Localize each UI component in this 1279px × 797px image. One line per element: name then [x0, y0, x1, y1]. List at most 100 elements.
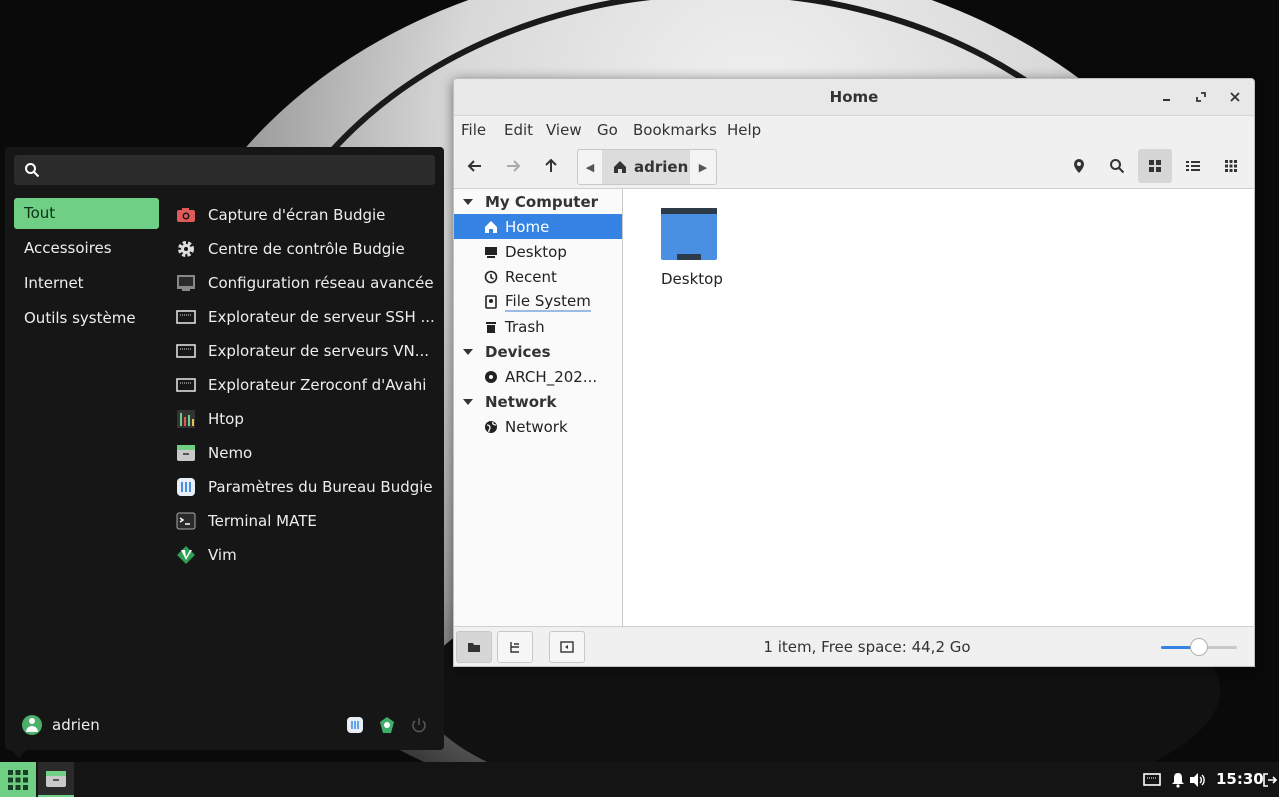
- category-accessories[interactable]: Accessoires: [14, 233, 159, 264]
- category-system-tools[interactable]: Outils système: [14, 303, 159, 334]
- home-icon: [614, 161, 626, 173]
- title-bar[interactable]: Home: [454, 79, 1254, 116]
- status-text: 1 item, Free space: 44,2 Go: [763, 638, 971, 656]
- sidebar-item-recent[interactable]: Recent: [454, 264, 622, 289]
- app-label: Nemo: [208, 444, 253, 462]
- sidebar-item-file-system[interactable]: File System: [454, 289, 622, 314]
- section-devices[interactable]: Devices: [454, 339, 622, 364]
- taskbar-item-nemo[interactable]: [38, 762, 74, 797]
- toolbar: ◀ adrien ▶: [454, 144, 1254, 189]
- drive-icon: [483, 294, 499, 310]
- breadcrumb: ◀ adrien ▶: [577, 149, 717, 185]
- breadcrumb-home[interactable]: adrien: [602, 150, 690, 184]
- menu-search-field[interactable]: [14, 155, 435, 185]
- breadcrumb-right-arrow[interactable]: ▶: [696, 159, 710, 175]
- network-icon[interactable]: [1143, 771, 1161, 789]
- sidebar-item-desktop[interactable]: Desktop: [454, 239, 622, 264]
- zoom-slider[interactable]: [1161, 638, 1237, 656]
- expander-icon: [463, 348, 473, 355]
- close-icon: [1230, 92, 1240, 102]
- file-manager-icon: [175, 442, 197, 464]
- bottom-panel: 15:30: [0, 762, 1279, 797]
- close-button[interactable]: [1226, 88, 1244, 106]
- back-button[interactable]: [460, 151, 490, 181]
- section-network[interactable]: Network: [454, 389, 622, 414]
- maximize-button[interactable]: [1192, 88, 1210, 106]
- sidebar-item-arch-disc[interactable]: ARCH_202...: [454, 364, 622, 389]
- category-list: Tout Accessoires Internet Outils système: [14, 198, 159, 338]
- sidebar-item-trash[interactable]: Trash: [454, 314, 622, 339]
- file-item-desktop[interactable]: Desktop: [661, 208, 723, 288]
- clock[interactable]: 15:30: [1216, 770, 1264, 788]
- list-view-button[interactable]: [1178, 151, 1208, 181]
- forward-button[interactable]: [498, 151, 528, 181]
- section-my-computer[interactable]: My Computer: [454, 189, 622, 214]
- app-item-screenshot[interactable]: Capture d'écran Budgie: [175, 198, 440, 232]
- minimize-button[interactable]: [1158, 88, 1176, 106]
- breadcrumb-label: adrien: [634, 158, 689, 176]
- session-exit-icon[interactable]: [1261, 771, 1279, 789]
- app-item-ssh-browser[interactable]: Explorateur de serveur SSH ...: [175, 300, 440, 334]
- terminal-icon: [175, 510, 197, 532]
- htop-icon: [175, 408, 197, 430]
- sidebar-item-network[interactable]: Network: [454, 414, 622, 439]
- compact-view-button[interactable]: [1216, 151, 1246, 181]
- file-view[interactable]: Desktop: [623, 189, 1254, 626]
- places-sidebar: My Computer Home Desktop Recent File Sys…: [454, 189, 623, 626]
- sidebar-item-label: Recent: [505, 267, 557, 286]
- desktop-icon: [483, 244, 499, 260]
- app-item-htop[interactable]: Htop: [175, 402, 440, 436]
- network-config-icon: [175, 272, 197, 294]
- menu-file[interactable]: File: [461, 121, 486, 139]
- lock-screen-icon[interactable]: [377, 715, 397, 735]
- category-all[interactable]: Tout: [14, 198, 159, 229]
- menu-edit[interactable]: Edit: [504, 121, 533, 139]
- map-pin-icon: [1074, 159, 1084, 173]
- app-menu-button[interactable]: [0, 762, 36, 797]
- app-item-vim[interactable]: Vim: [175, 538, 440, 572]
- app-label: Paramètres du Bureau Budgie: [208, 478, 433, 496]
- app-item-terminal[interactable]: Terminal MATE: [175, 504, 440, 538]
- app-item-control-center[interactable]: Centre de contrôle Budgie: [175, 232, 440, 266]
- app-item-vnc-browser[interactable]: Explorateur de serveurs VN...: [175, 334, 440, 368]
- menu-view[interactable]: View: [546, 121, 582, 139]
- sidebar-item-label: Home: [505, 217, 550, 236]
- menu-pointer: [12, 750, 26, 758]
- app-item-nemo[interactable]: Nemo: [175, 436, 440, 470]
- app-item-avahi-browser[interactable]: Explorateur Zeroconf d'Avahi: [175, 368, 440, 402]
- optical-disc-icon: [483, 369, 499, 385]
- menu-help[interactable]: Help: [727, 121, 761, 139]
- user-avatar[interactable]: [22, 715, 42, 735]
- app-list: Capture d'écran Budgie Centre de contrôl…: [175, 198, 440, 572]
- expander-icon: [463, 198, 473, 205]
- file-manager-window: Home File Edit View Go Bookmarks Help ◀: [453, 78, 1255, 667]
- icon-view-button[interactable]: [1138, 149, 1172, 183]
- app-item-network-config[interactable]: Configuration réseau avancée: [175, 266, 440, 300]
- zoom-slider-knob[interactable]: [1190, 638, 1208, 656]
- power-icon[interactable]: [409, 715, 429, 735]
- desktop-settings-icon: [175, 476, 197, 498]
- search-icon: [24, 162, 40, 182]
- clock-icon: [483, 269, 499, 285]
- location-button[interactable]: [1064, 151, 1094, 181]
- globe-icon: [483, 419, 499, 435]
- sidebar-item-home[interactable]: Home: [454, 214, 622, 239]
- sidebar-item-label: File System: [505, 291, 591, 312]
- sidebar-item-label: Desktop: [505, 242, 567, 261]
- desktop-settings-shortcut-icon[interactable]: [345, 715, 365, 735]
- volume-icon[interactable]: [1189, 771, 1207, 789]
- notification-bell-icon[interactable]: [1169, 771, 1187, 789]
- app-label: Vim: [208, 546, 237, 564]
- vnc-browser-icon: [175, 340, 197, 362]
- breadcrumb-left-arrow[interactable]: ◀: [583, 159, 597, 175]
- section-title: Devices: [485, 342, 551, 361]
- sidebar-item-label: Network: [505, 417, 568, 436]
- list-view-icon: [1186, 161, 1200, 171]
- up-button[interactable]: [536, 151, 566, 181]
- search-button[interactable]: [1102, 151, 1132, 181]
- app-item-desktop-settings[interactable]: Paramètres du Bureau Budgie: [175, 470, 440, 504]
- screenshot-camera-icon: [175, 204, 197, 226]
- category-internet[interactable]: Internet: [14, 268, 159, 299]
- menu-bookmarks[interactable]: Bookmarks: [633, 121, 717, 139]
- menu-go[interactable]: Go: [597, 121, 618, 139]
